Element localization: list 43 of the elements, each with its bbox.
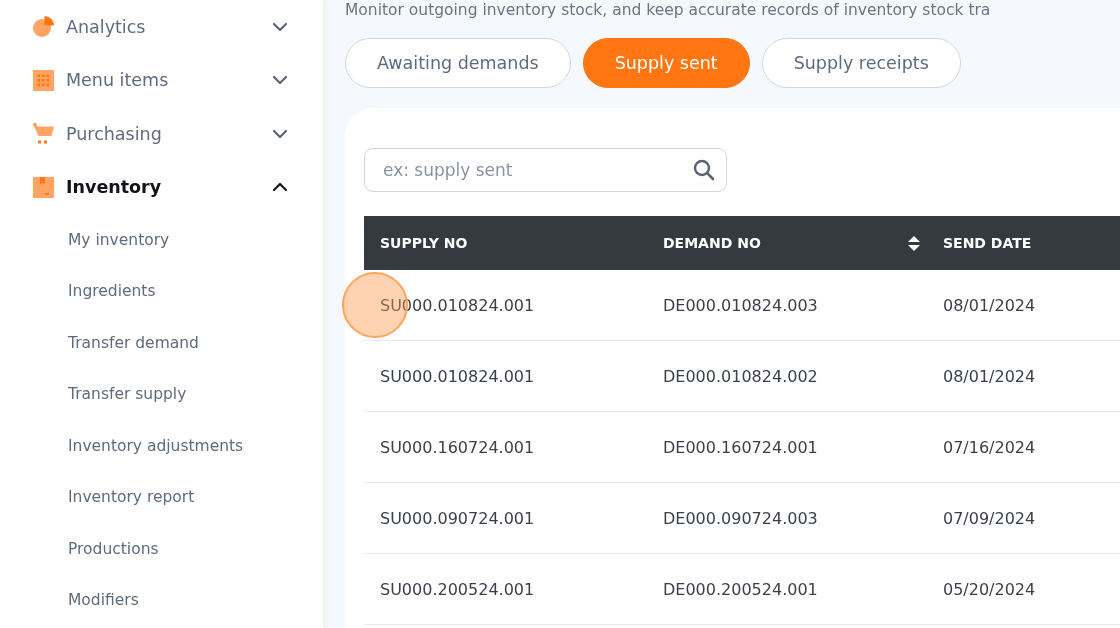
search-field[interactable]: ex: supply sent	[364, 148, 727, 192]
chevron-down-icon[interactable]	[272, 74, 288, 87]
shopping-cart-icon	[33, 123, 54, 145]
page-description: Monitor outgoing inventory stock, and keep accurate records of inventory stock tra	[345, 0, 991, 20]
chevron-down-icon[interactable]	[272, 20, 288, 33]
nav-subitem[interactable]: Modifiers	[68, 591, 139, 610]
demand-number: DE000.010824.003	[663, 295, 818, 315]
send-date: 05/20/2024	[943, 579, 1036, 599]
sort-icon[interactable]	[908, 235, 920, 251]
demand-number: DE000.010824.002	[663, 366, 818, 386]
send-date: 07/16/2024	[943, 437, 1036, 457]
nav-subitem[interactable]: Inventory adjustments	[68, 436, 244, 455]
supply-number: SU000.160724.001	[380, 437, 535, 457]
send-date: 07/09/2024	[943, 508, 1036, 528]
demand-number: DE000.160724.001	[663, 437, 818, 457]
search-icon[interactable]	[693, 159, 715, 181]
supply-number: SU000.200524.001	[380, 579, 535, 599]
nav-subitem[interactable]: Productions	[68, 539, 159, 558]
tab[interactable]: Awaiting demands	[345, 38, 571, 88]
chevron-up-icon[interactable]	[272, 181, 288, 194]
demand-number: DE000.090724.003	[663, 508, 818, 528]
nav-item[interactable]: Menu items	[33, 69, 169, 91]
tab[interactable]: Supply receipts	[761, 38, 961, 88]
nav-item[interactable]: Inventory	[33, 176, 162, 198]
nav-subitem[interactable]: Transfer supply	[68, 385, 187, 404]
supply-number: SU000.010824.001	[380, 366, 535, 386]
nav-subitem[interactable]: My inventory	[68, 230, 170, 249]
chevron-down-icon[interactable]	[272, 127, 288, 140]
nav-item[interactable]: Analytics	[33, 16, 146, 38]
send-date: 08/01/2024	[943, 366, 1036, 386]
column-header[interactable]: DEMAND NO	[663, 235, 761, 251]
column-header[interactable]: SUPPLY NO	[380, 235, 468, 251]
nav-subitem[interactable]: Inventory report	[68, 488, 195, 507]
send-date: 08/01/2024	[943, 295, 1036, 315]
supply-number: SU000.090724.001	[380, 508, 535, 528]
grid-tile-icon	[33, 69, 54, 91]
pie-chart-icon	[33, 16, 54, 38]
nav-subitem[interactable]: Transfer demand	[68, 333, 199, 352]
box-icon	[33, 176, 54, 198]
column-header[interactable]: SEND DATE	[943, 235, 1032, 251]
demand-number: DE000.200524.001	[663, 579, 818, 599]
nav-item[interactable]: Purchasing	[33, 123, 162, 145]
nav-subitem[interactable]: Ingredients	[68, 282, 156, 301]
